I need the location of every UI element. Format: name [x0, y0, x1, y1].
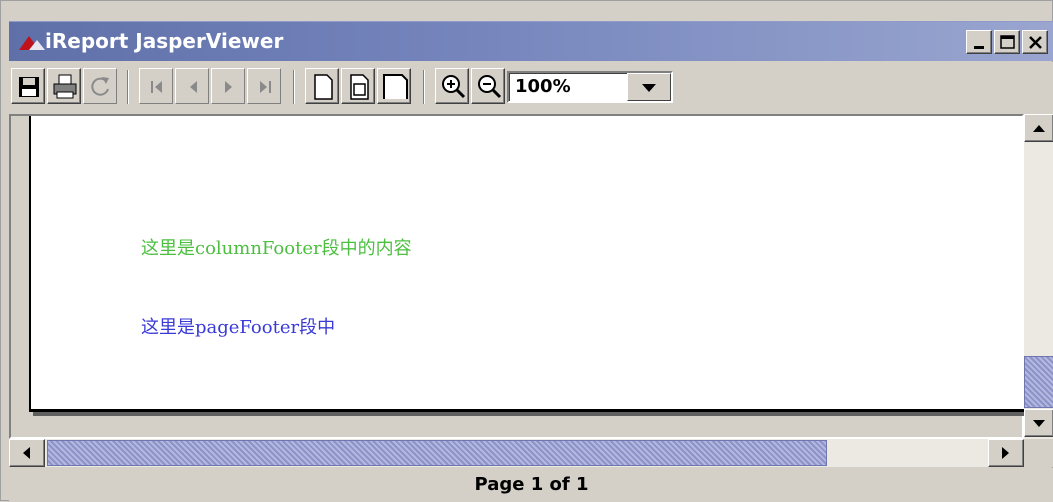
- zoom-out-icon: [478, 75, 502, 99]
- last-page-icon: [260, 81, 271, 93]
- title-bar[interactable]: iReport JasperViewer: [9, 21, 1053, 61]
- page-indicator: Page 1 of 1: [474, 474, 589, 495]
- first-page-button[interactable]: [139, 68, 173, 104]
- reload-button[interactable]: [83, 68, 117, 104]
- reload-icon: [91, 77, 109, 96]
- save-button[interactable]: [11, 68, 45, 104]
- previous-page-button[interactable]: [175, 68, 209, 104]
- ireport-logo-icon: [19, 36, 45, 50]
- zoom-dropdown-button[interactable]: [627, 73, 671, 101]
- vertical-scrollbar[interactable]: [1024, 114, 1053, 439]
- report-viewport[interactable]: 这里是columnFooter段中的内容 这里是pageFooter段中: [9, 114, 1027, 439]
- window-title: iReport JasperViewer: [45, 29, 284, 53]
- chevron-down-icon: [642, 84, 656, 92]
- vertical-scroll-thumb[interactable]: [1024, 356, 1053, 408]
- page-footer-text: 这里是pageFooter段中: [141, 317, 336, 338]
- last-page-button[interactable]: [247, 68, 281, 104]
- minimize-button[interactable]: [966, 30, 992, 54]
- zoom-combobox[interactable]: 100%: [507, 71, 673, 103]
- arrow-left-icon: [23, 447, 30, 459]
- horizontal-scroll-thumb[interactable]: [47, 440, 827, 466]
- previous-page-icon: [190, 81, 197, 93]
- fit-page-icon: [350, 74, 369, 100]
- next-page-icon: [225, 81, 232, 93]
- zoom-value: 100%: [515, 76, 571, 97]
- page-icon: [314, 74, 333, 100]
- maximize-icon: [1000, 35, 1015, 49]
- scroll-up-button[interactable]: [1024, 114, 1053, 142]
- printer-icon: [53, 74, 77, 99]
- actual-size-button[interactable]: [305, 68, 339, 104]
- jasper-viewer-window: iReport JasperViewer 100% 这里是columnFoote…: [0, 0, 1053, 502]
- horizontal-scrollbar[interactable]: [9, 439, 1024, 467]
- report-page: 这里是columnFooter段中的内容 这里是pageFooter段中: [29, 116, 1027, 412]
- close-icon: [1029, 36, 1042, 49]
- minimize-icon: [974, 46, 984, 49]
- arrow-down-icon: [1033, 420, 1045, 427]
- zoom-out-button[interactable]: [471, 68, 505, 104]
- arrow-up-icon: [1033, 125, 1045, 132]
- print-button[interactable]: [47, 68, 81, 104]
- floppy-disk-icon: [19, 77, 39, 97]
- close-button[interactable]: [1022, 30, 1048, 54]
- toolbar: 100%: [9, 62, 1053, 114]
- zoom-in-icon: [442, 75, 466, 99]
- fit-width-icon: [383, 74, 408, 99]
- next-page-button[interactable]: [211, 68, 245, 104]
- maximize-button[interactable]: [994, 30, 1020, 54]
- status-bar: Page 1 of 1: [9, 468, 1053, 502]
- column-footer-text: 这里是columnFooter段中的内容: [141, 238, 412, 259]
- scroll-right-button[interactable]: [988, 439, 1024, 467]
- arrow-right-icon: [1002, 447, 1009, 459]
- scrollbar-corner: [1024, 439, 1053, 467]
- zoom-in-button[interactable]: [435, 68, 469, 104]
- fit-page-button[interactable]: [341, 68, 375, 104]
- fit-width-button[interactable]: [377, 68, 411, 104]
- scroll-down-button[interactable]: [1024, 409, 1053, 437]
- first-page-icon: [151, 81, 162, 93]
- scroll-left-button[interactable]: [9, 439, 45, 467]
